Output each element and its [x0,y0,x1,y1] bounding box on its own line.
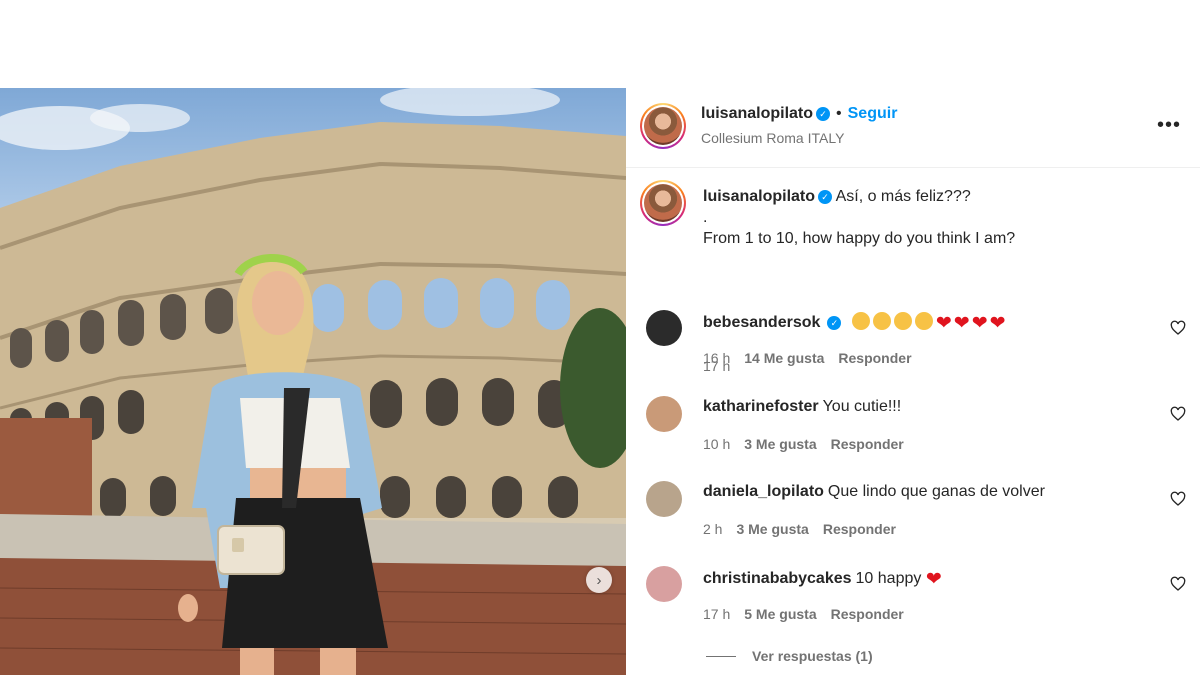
like-comment-heart-icon[interactable] [1170,406,1186,422]
clap-emoji-icon [893,312,912,330]
post-photo[interactable]: › [0,88,626,675]
caption-line-1: Así, o más feliz??? [835,188,971,205]
more-options-icon[interactable]: ••• [1157,114,1181,137]
view-replies-label: Ver respuestas (1) [752,648,873,664]
verified-badge-icon: ✓ [827,316,842,330]
caption-line-2: . [703,209,708,226]
comment-likes[interactable]: 5 Me gusta [744,606,816,622]
clap-emoji-icon [914,312,933,330]
comment-item: katharinefoster You cutie!!! 10 h 3 Me gus… [626,396,1200,476]
comment-body: 10 happy [855,570,922,587]
author-avatar[interactable] [640,103,686,149]
commenter-avatar[interactable] [646,481,682,517]
commenter-avatar[interactable] [646,310,682,346]
commenter-username[interactable]: bebesandersok [703,314,820,331]
verified-badge-icon: ✓ [816,107,831,121]
comment-time[interactable]: 10 h [703,436,730,452]
reply-button[interactable]: Responder [823,521,896,537]
like-comment-heart-icon[interactable] [1170,320,1186,336]
reply-button[interactable]: Responder [831,436,904,452]
reply-button[interactable]: Responder [831,606,904,622]
comment-likes[interactable]: 3 Me gusta [744,436,816,452]
caption-text: luisanalopilato ✓ Así, o más feliz??? . F… [703,186,1183,249]
commenter-avatar[interactable] [646,566,682,602]
post-side-panel: luisanalopilato ✓ • Seguir Collesium Roma I… [626,88,1200,675]
post-location[interactable]: Collesium Roma ITALY [701,130,844,146]
replies-divider-line [706,655,736,657]
comment-item: daniela_lopilato Que lindo que ganas de v… [626,481,1200,561]
comment-body: You cutie!!! [822,398,902,415]
clap-emoji-icon [851,312,870,330]
next-photo-button[interactable]: › [586,567,612,593]
heart-emoji-icon: ❤ [953,313,970,334]
caption-username[interactable]: luisanalopilato [703,188,815,205]
post-header: luisanalopilato ✓ • Seguir Collesium Roma I… [626,88,1200,168]
comment-time[interactable]: 2 h [703,521,722,537]
like-comment-heart-icon[interactable] [1170,491,1186,507]
comment-text: katharinefoster You cutie!!! [703,398,901,416]
reply-button[interactable]: Responder [838,350,911,366]
view-replies-button[interactable]: Ver respuestas (1) [706,648,873,664]
heart-emoji-icon: ❤ [971,313,988,334]
commenter-username[interactable]: christinababycakes [703,570,852,587]
caption-line-3: From 1 to 10, how happy do you think I a… [703,230,1016,247]
clap-emoji-icon [872,312,891,330]
comment-likes[interactable]: 3 Me gusta [736,521,808,537]
heart-emoji-icon: ❤ [935,313,952,334]
author-line: luisanalopilato ✓ • Seguir [701,105,897,123]
separator-dot: • [836,105,842,122]
verified-badge-icon: ✓ [818,190,833,204]
comment-text: christinababycakes 10 happy ❤ [703,568,944,591]
heart-emoji-icon: ❤ [989,313,1006,334]
comment-time[interactable]: 16 h [703,350,730,366]
colosseum-photo [0,88,626,675]
commenter-username[interactable]: katharinefoster [703,398,819,415]
commenter-username[interactable]: daniela_lopilato [703,483,824,500]
comment-time[interactable]: 17 h [703,606,730,622]
like-comment-heart-icon[interactable] [1170,576,1186,592]
comment-meta: 2 h 3 Me gusta Responder [703,521,910,537]
caption-author-avatar[interactable] [640,180,686,226]
comment-item: christinababycakes 10 happy ❤ 17 h 5 Me gu… [626,566,1200,646]
comment-text: bebesandersok ✓ ❤ ❤ ❤ ❤ [703,312,1008,335]
comment-meta: 10 h 3 Me gusta Responder [703,436,918,452]
comment-meta: 16 h 14 Me gusta Responder [703,350,926,366]
author-username[interactable]: luisanalopilato [701,105,813,122]
comment-item: bebesandersok ✓ ❤ ❤ ❤ ❤ 16 h 14 Me gusta Respo… [626,310,1200,390]
comment-body: Que lindo que ganas de volver [827,483,1045,500]
comment-text: daniela_lopilato Que lindo que ganas de v… [703,483,1045,501]
comment-likes[interactable]: 14 Me gusta [744,350,824,366]
heart-emoji-icon: ❤ [925,569,942,590]
follow-button[interactable]: Seguir [848,105,898,122]
comment-meta: 17 h 5 Me gusta Responder [703,606,918,622]
commenter-avatar[interactable] [646,396,682,432]
